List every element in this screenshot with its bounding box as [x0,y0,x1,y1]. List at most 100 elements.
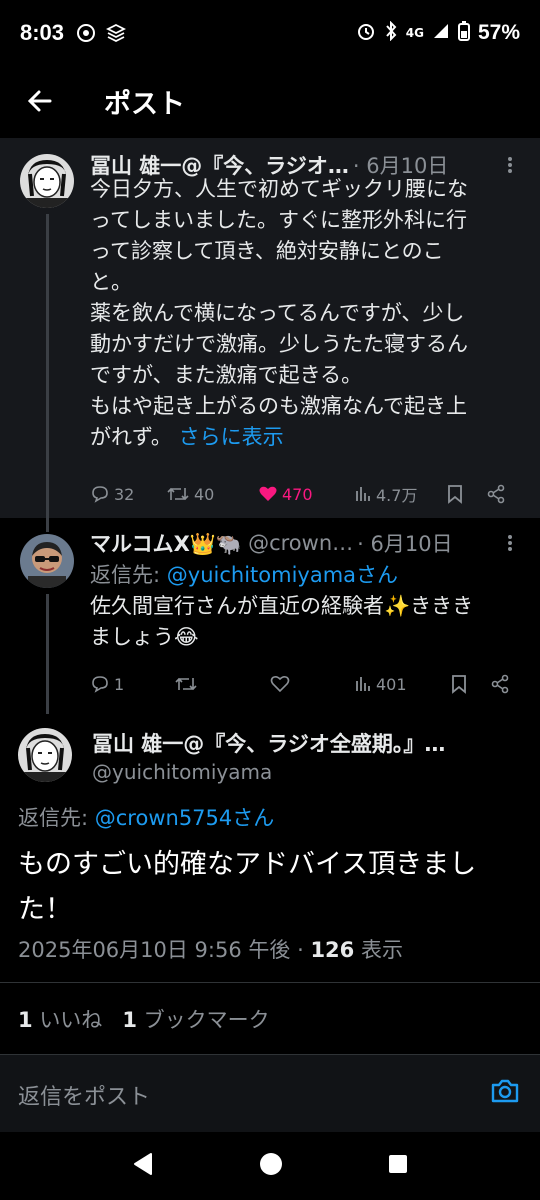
avatar[interactable] [18,728,72,782]
author-handle[interactable]: @yuichitomiyama [92,760,272,784]
author-name[interactable]: 冨山 雄一@『今、ラジオ全盛期。』… [92,728,500,758]
repost-button[interactable]: 40 [166,484,258,504]
share-button[interactable] [486,484,506,504]
reply-composer[interactable]: 返信をポスト [0,1054,540,1132]
nav-recents-button[interactable] [387,1153,409,1179]
repost-button[interactable] [174,674,270,694]
chrome-icon [76,23,96,43]
more-options-button[interactable] [500,155,520,175]
status-time: 8:03 [20,20,65,45]
network-label: 4G [405,26,424,40]
reply-to-link[interactable]: @yuichitomiyamaさん [167,563,398,587]
tweet-text: 返信先: @yuichitomiyamaさん 佐久間宣行さんが直近の経験者✨きき… [90,560,524,653]
repost-icon [167,487,189,501]
back-button[interactable] [0,66,80,136]
divider [0,982,540,983]
views-chart-icon [356,677,370,691]
more-vertical-icon [508,157,512,173]
tweet-actions: 32 40 470 4.7万 [90,482,516,506]
bookmarks-stat-count: 1 [122,1008,137,1032]
post-line: た！ [18,894,72,925]
author-name[interactable]: マルコムX👑🐃 [90,528,242,558]
views-chart-icon [356,487,370,501]
tweet-line: 動かすだけで激痛。少しうたた寝するん [90,332,468,356]
bookmarks-stat-label: ブックマーク [143,1008,270,1032]
reply-to-label: 返信先: [90,563,161,587]
post-view-label: 表示 [360,938,403,962]
battery-percent: 57% [477,21,520,44]
tweet-line: 薬を飲んで横になってるんですが、少し [90,301,465,325]
bluetooth-icon [384,20,398,46]
post-stats: 1 いいね 1 ブックマーク [18,1004,270,1034]
reply-button[interactable]: 32 [90,484,166,504]
bookmark-icon [452,675,466,694]
tweet-actions: 1 401 [90,674,516,694]
tweet-line: 今日夕方、人生で初めてギックリ腰にな [90,177,468,201]
reply-button[interactable]: 1 [90,674,174,694]
tweet-header: マルコムX👑🐃 @crown… · 6月10日 [90,528,520,558]
app-bar: ポスト [0,66,540,136]
heart-outline-icon [270,675,290,693]
parent-tweet[interactable]: 冨山 雄一@『今、ラジオ… · 6月10日 今日夕方、人生で初めてギックリ腰にな… [0,138,540,518]
back-arrow-icon [27,90,52,112]
avatar-illustration [18,728,72,782]
reply-to-line: 返信先: @crown5754さん [18,802,274,832]
thread-line [46,214,49,518]
repost-count: 40 [194,484,215,504]
likes-stat-label: いいね [39,1008,103,1032]
tweet-line: 佐久間宣行さんが直近の経験者✨ききき [90,594,474,618]
page-title: ポスト [104,88,185,120]
share-button[interactable] [490,674,510,694]
share-icon [491,674,509,694]
views-button[interactable]: 401 [354,675,450,694]
reply-to-link[interactable]: @crown5754さん [95,806,275,830]
likes-stat-count: 1 [18,1008,33,1032]
share-icon [487,484,505,504]
avatar[interactable] [20,534,74,588]
show-more-link[interactable]: さらに表示 [179,425,284,449]
heart-filled-icon [259,486,277,501]
tweet-line: ってしまいました。すぐに整形外科に行 [90,208,467,232]
thread-line [46,518,49,532]
like-button[interactable] [270,674,354,694]
avatar[interactable] [20,154,74,208]
focused-post: 冨山 雄一@『今、ラジオ全盛期。』… @yuichitomiyama 返信先: … [0,714,540,1054]
layers-icon [106,23,127,43]
triangle-back-icon [134,1153,153,1175]
camera-icon [491,1079,519,1103]
reply-tweet[interactable]: マルコムX👑🐃 @crown… · 6月10日 返信先: @yuichitomi… [0,518,540,714]
bookmark-button[interactable] [446,484,486,504]
more-options-button[interactable] [500,533,520,553]
nav-home-button[interactable] [258,1151,284,1181]
circle-home-icon [259,1153,282,1175]
bookmarks-stat[interactable]: 1 ブックマーク [122,1008,269,1032]
post-text: ものすごい的確なアドバイス頂きまし た！ [18,842,520,932]
likes-stat[interactable]: 1 いいね [18,1008,102,1032]
bookmark-button[interactable] [450,674,490,694]
like-count: 470 [282,484,313,504]
tweet-line: がれず。 さらに表示 [90,422,524,453]
signal-icon [432,21,450,45]
nav-back-button[interactable] [131,1151,155,1181]
tweet-line: ましょう😂 [90,625,199,649]
tweet-line: ですが、また激痛で起きる。 [90,363,363,387]
tweet-date: · 6月10日 [357,532,453,556]
reply-count: 1 [114,674,125,694]
thread-line [46,594,49,714]
timestamp-text: 2025年06月10日 9:56 午後 · [18,938,304,962]
tweet-line: もはや起き上がるのも激痛なんで起き上 [90,394,467,418]
tweet-line-end: がれず。 [90,425,172,449]
post-view-count: 126 [310,938,355,962]
reply-count: 32 [114,484,135,504]
repost-icon [175,677,197,691]
author-handle[interactable]: @crown… [248,531,353,555]
camera-button[interactable] [490,1077,520,1109]
bookmark-icon [448,485,462,504]
square-recents-icon [388,1155,407,1173]
like-button[interactable]: 470 [258,484,354,504]
more-vertical-icon [508,535,512,551]
views-button[interactable]: 4.7万 [354,482,446,506]
tweet-line: と。 [90,270,132,294]
reply-icon [92,676,108,693]
reply-input[interactable]: 返信をポスト [18,1079,150,1111]
